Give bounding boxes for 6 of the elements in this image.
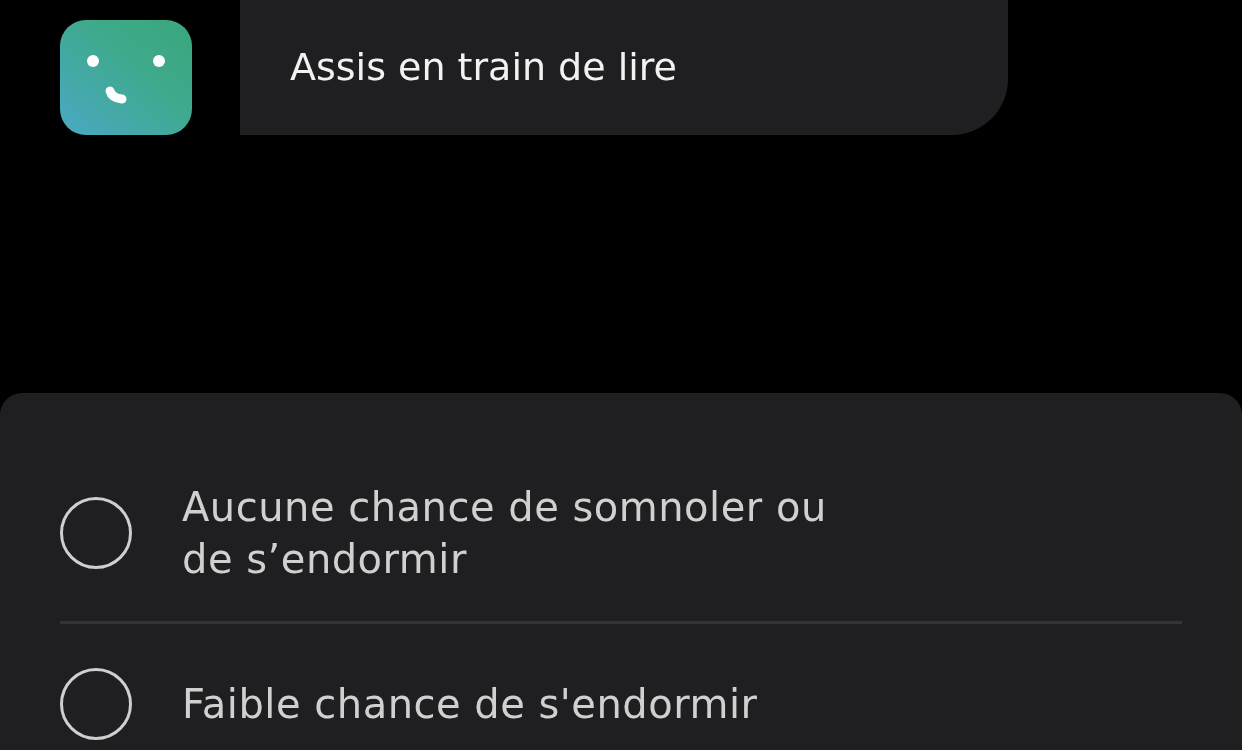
option-label[interactable]: Aucune chance de somnoler ou de s’endormir [182,481,882,585]
message-text: Assis en train de lire [290,44,677,91]
radio-button[interactable] [60,668,132,740]
option-label[interactable]: Faible chance de s'endormir [182,678,758,730]
bot-avatar-icon [60,20,192,135]
radio-button[interactable] [60,497,132,569]
